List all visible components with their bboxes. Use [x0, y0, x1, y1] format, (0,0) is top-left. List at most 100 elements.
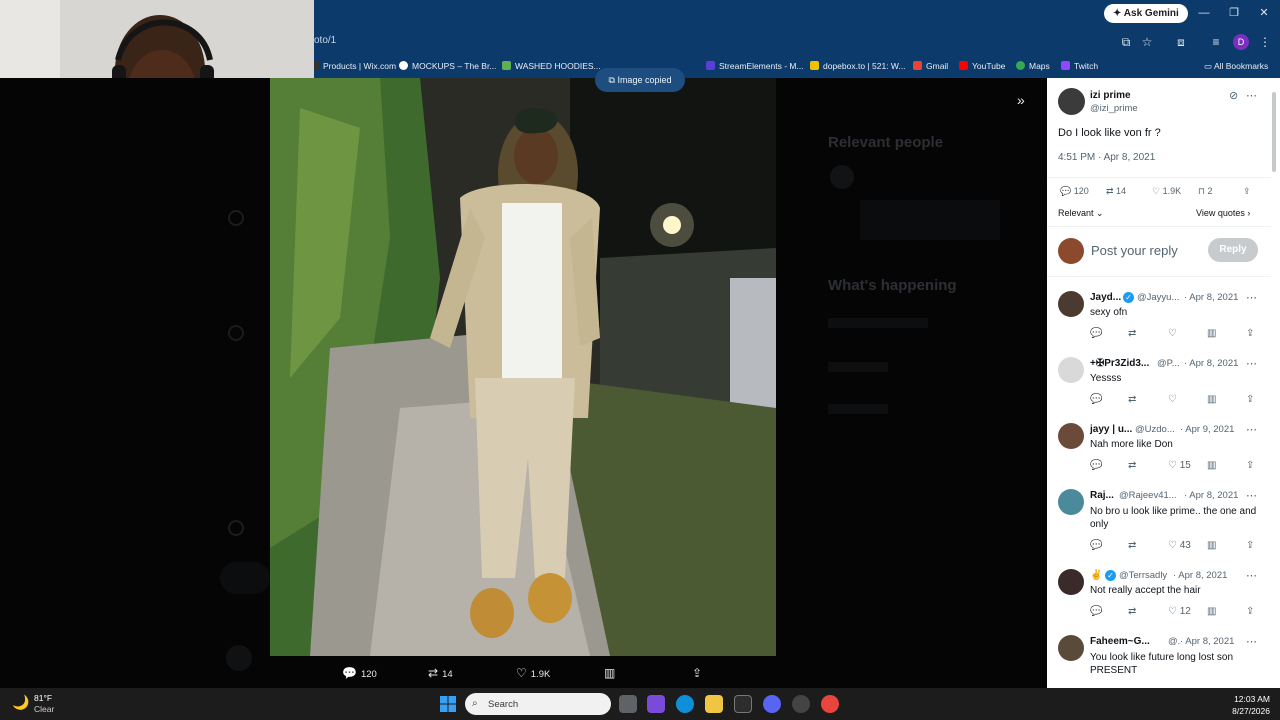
analytics-icon[interactable]: ▥: [1207, 394, 1216, 405]
analytics-icon[interactable]: ▥: [1207, 328, 1216, 339]
windows-start-icon[interactable]: [440, 696, 456, 712]
share-icon[interactable]: ⇪: [1246, 328, 1254, 339]
more-options-icon[interactable]: ⋯: [1246, 489, 1257, 502]
reply-name[interactable]: jayy | u...: [1090, 424, 1132, 435]
author-handle[interactable]: @izi_prime: [1090, 103, 1138, 114]
tab-search-icon[interactable]: ≡: [1208, 34, 1224, 50]
photo-repost-button[interactable]: ⇄ 14: [428, 666, 453, 680]
reply-date[interactable]: · Apr 9, 2021: [1180, 424, 1234, 435]
photo-views-button[interactable]: ▥: [604, 666, 619, 680]
repost-icon[interactable]: ⇄: [1128, 606, 1136, 617]
more-options-icon[interactable]: ⋯: [1246, 291, 1257, 304]
reply-avatar[interactable]: [1058, 423, 1084, 449]
reply-name[interactable]: Jayd...: [1090, 292, 1121, 303]
bookmark-star-icon[interactable]: ☆: [1139, 34, 1155, 50]
repost-icon[interactable]: ⇄: [1128, 460, 1136, 471]
bookmark-item[interactable]: WASHED HOODIES...: [502, 61, 601, 71]
chrome-icon[interactable]: [821, 695, 839, 713]
profile-avatar[interactable]: D: [1233, 34, 1249, 50]
restore-icon[interactable]: ❐: [1226, 5, 1242, 21]
store-icon[interactable]: [734, 695, 752, 713]
reply-avatar[interactable]: [1058, 291, 1084, 317]
bookmark-item[interactable]: MOCKUPS – The Br...: [399, 61, 496, 71]
cast-icon[interactable]: ⧉: [1118, 34, 1134, 50]
bookmark-item[interactable]: Maps: [1016, 61, 1050, 71]
obs-icon[interactable]: [792, 695, 810, 713]
reply-date[interactable]: · Apr 8, 2021: [1173, 570, 1227, 581]
share-icon[interactable]: ⇪: [1243, 186, 1251, 197]
reply-avatar[interactable]: [1058, 569, 1084, 595]
tweet-timestamp[interactable]: 4:51 PM · Apr 8, 2021: [1058, 152, 1155, 163]
reply-date[interactable]: · Apr 8, 2021: [1184, 292, 1238, 303]
reply-date[interactable]: · Apr 8, 2021: [1184, 490, 1238, 501]
reply-handle[interactable]: @Jayyu...: [1137, 292, 1179, 303]
reply-date[interactable]: · Apr 8, 2021: [1184, 358, 1238, 369]
analytics-icon[interactable]: ▥: [1207, 540, 1216, 551]
author-name[interactable]: izi prime: [1090, 90, 1131, 101]
moon-weather-icon[interactable]: 🌙: [12, 694, 29, 711]
reply-handle[interactable]: @Terrsadly: [1119, 570, 1167, 581]
repost-count[interactable]: ⇄ 14: [1106, 186, 1126, 197]
like-count[interactable]: ♡ 1.9K: [1152, 186, 1181, 197]
reply-avatar[interactable]: [1058, 635, 1084, 661]
sort-dropdown[interactable]: Relevant ⌄: [1058, 208, 1104, 219]
reply-name[interactable]: Raj...: [1090, 490, 1114, 501]
clock-date[interactable]: 8/27/2026: [1220, 706, 1270, 716]
weather-condition[interactable]: Clear: [34, 704, 54, 714]
bookmark-count[interactable]: ⊓ 2: [1198, 186, 1213, 197]
reply-avatar[interactable]: [1058, 357, 1084, 383]
edge-icon[interactable]: [676, 695, 694, 713]
more-options-icon[interactable]: ⋯: [1246, 423, 1257, 436]
reply-name[interactable]: Faheem~G...: [1090, 636, 1150, 647]
all-bookmarks[interactable]: ▭ All Bookmarks: [1204, 61, 1268, 72]
repost-icon[interactable]: ⇄: [1128, 328, 1136, 339]
reply-icon[interactable]: 💬: [1090, 328, 1102, 339]
reply-icon[interactable]: 💬: [1090, 460, 1102, 471]
share-icon[interactable]: ⇪: [1246, 460, 1254, 471]
reply-name[interactable]: +✠Pr3Zid3...: [1090, 358, 1149, 369]
repost-icon[interactable]: ⇄: [1128, 540, 1136, 551]
ask-gemini-button[interactable]: ✦ Ask Gemini: [1104, 4, 1188, 23]
reply-icon[interactable]: 💬: [1090, 394, 1102, 405]
more-options-icon[interactable]: ⋯: [1246, 357, 1257, 370]
extensions-icon[interactable]: ⧈: [1173, 34, 1189, 50]
share-icon[interactable]: ⇪: [1246, 394, 1254, 405]
taskbar-search-box[interactable]: [465, 693, 611, 715]
share-icon[interactable]: ⇪: [1246, 540, 1254, 551]
reply-handle[interactable]: @Rajeev41...: [1119, 490, 1177, 501]
more-options-icon[interactable]: ⋯: [1246, 635, 1257, 648]
view-quotes-link[interactable]: View quotes ›: [1196, 208, 1250, 218]
close-icon[interactable]: ✕: [1256, 5, 1272, 21]
reply-avatar[interactable]: [1058, 489, 1084, 515]
bookmark-item[interactable]: Twitch: [1061, 61, 1098, 71]
grok-icon[interactable]: ⊘: [1229, 89, 1238, 102]
clock-time[interactable]: 12:03 AM: [1224, 694, 1270, 704]
analytics-icon[interactable]: ▥: [1207, 460, 1216, 471]
photo-reply-button[interactable]: 💬 120: [342, 666, 377, 680]
bookmark-item[interactable]: dopebox.to | 521: W...: [810, 61, 906, 71]
photo-share-button[interactable]: ⇪: [692, 666, 706, 680]
copilot-icon[interactable]: [647, 695, 665, 713]
like-button[interactable]: ♡ 15: [1168, 460, 1191, 471]
bookmark-item[interactable]: Gmail: [913, 61, 948, 71]
photo-like-button[interactable]: ♡ 1.9K: [516, 666, 550, 680]
reply-count[interactable]: 💬 120: [1060, 186, 1089, 197]
collapse-panel-icon[interactable]: »: [1017, 92, 1025, 108]
repost-icon[interactable]: ⇄: [1128, 394, 1136, 405]
my-avatar[interactable]: [1058, 238, 1084, 264]
more-options-icon[interactable]: ⋯: [1246, 569, 1257, 582]
bookmark-item[interactable]: YouTube: [959, 61, 1005, 71]
discord-icon[interactable]: [763, 695, 781, 713]
heart-icon[interactable]: ♡: [1168, 394, 1177, 405]
heart-icon[interactable]: ♡: [1168, 328, 1177, 339]
reply-button[interactable]: Reply: [1208, 238, 1258, 262]
kebab-menu-icon[interactable]: ⋮: [1257, 34, 1273, 50]
like-button[interactable]: ♡ 43: [1168, 540, 1191, 551]
reply-handle[interactable]: @.: [1168, 636, 1180, 647]
like-button[interactable]: ♡ 12: [1168, 606, 1191, 617]
url-text[interactable]: oto/1: [314, 35, 336, 46]
bookmark-item[interactable]: Products | Wix.com: [310, 61, 396, 71]
more-options-icon[interactable]: ⋯: [1246, 89, 1257, 102]
reply-composer[interactable]: Post your reply: [1091, 243, 1178, 258]
file-explorer-icon[interactable]: [705, 695, 723, 713]
